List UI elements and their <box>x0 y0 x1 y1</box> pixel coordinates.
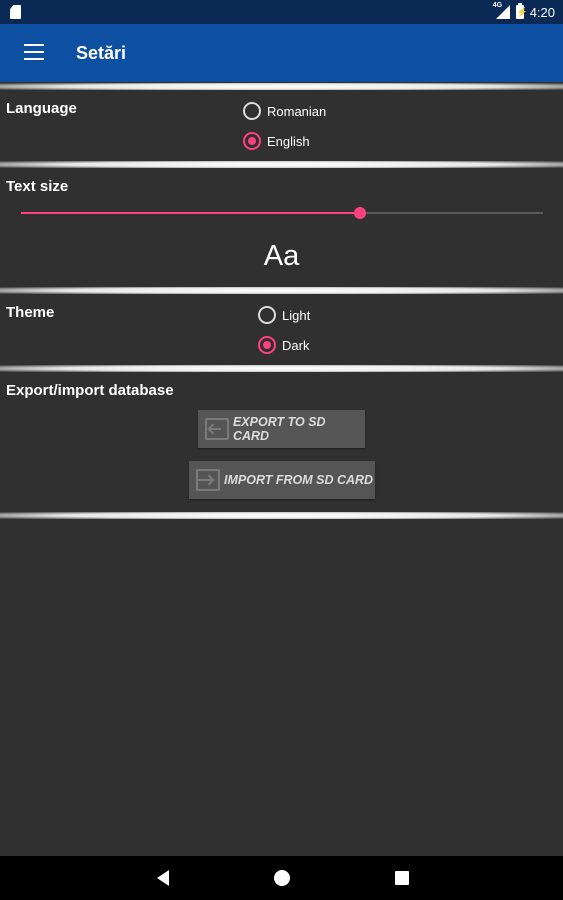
navigation-bar <box>0 856 563 900</box>
text-size-slider[interactable] <box>21 207 543 219</box>
divider <box>0 83 563 90</box>
text-size-label: Text size <box>6 178 69 195</box>
export-button-label: EXPORT TO SD CARD <box>232 415 326 443</box>
page-title: Setări <box>76 43 127 63</box>
text-size-sample: Aa <box>263 240 300 272</box>
radio-circle <box>243 102 261 120</box>
sd-card-icon <box>10 5 21 19</box>
status-time: 4:20 <box>529 4 555 20</box>
divider <box>0 161 563 168</box>
radio-circle <box>258 306 276 324</box>
menu-icon[interactable] <box>24 44 44 60</box>
radio-dark[interactable]: Dark <box>258 336 309 354</box>
radio-circle <box>243 132 261 150</box>
export-icon <box>205 418 229 440</box>
radio-circle <box>258 336 276 354</box>
language-label: Language <box>6 100 77 117</box>
divider <box>0 287 563 294</box>
radio-romanian[interactable]: Romanian <box>243 102 326 120</box>
battery-icon: ⚡ <box>515 3 528 19</box>
radio-label: English <box>267 133 310 149</box>
slider-fill <box>21 212 361 214</box>
app-bar: Setări <box>0 24 563 82</box>
recents-icon[interactable] <box>395 871 409 885</box>
network-type: 4G <box>492 2 503 9</box>
status-bar: 4G ⚡ 4:20 <box>0 0 563 24</box>
import-button[interactable]: IMPORT FROM SD CARD <box>189 461 375 499</box>
radio-label: Romanian <box>267 103 327 119</box>
radio-light[interactable]: Light <box>258 306 310 324</box>
database-label: Export/import database <box>6 382 174 399</box>
radio-label: Dark <box>282 337 310 353</box>
divider <box>0 365 563 372</box>
import-button-label: IMPORT FROM SD CARD <box>224 473 374 487</box>
divider <box>0 512 563 519</box>
import-icon <box>196 469 220 491</box>
back-icon[interactable] <box>157 870 169 886</box>
theme-label: Theme <box>6 304 55 321</box>
signal-icon: 4G <box>492 2 510 19</box>
radio-label: Light <box>282 307 311 323</box>
home-icon[interactable] <box>274 870 290 886</box>
status-indicators: 4G ⚡ 4:20 <box>492 2 555 21</box>
radio-english[interactable]: English <box>243 132 310 150</box>
export-button[interactable]: EXPORT TO SD CARD <box>198 410 365 448</box>
slider-thumb[interactable] <box>354 207 367 219</box>
